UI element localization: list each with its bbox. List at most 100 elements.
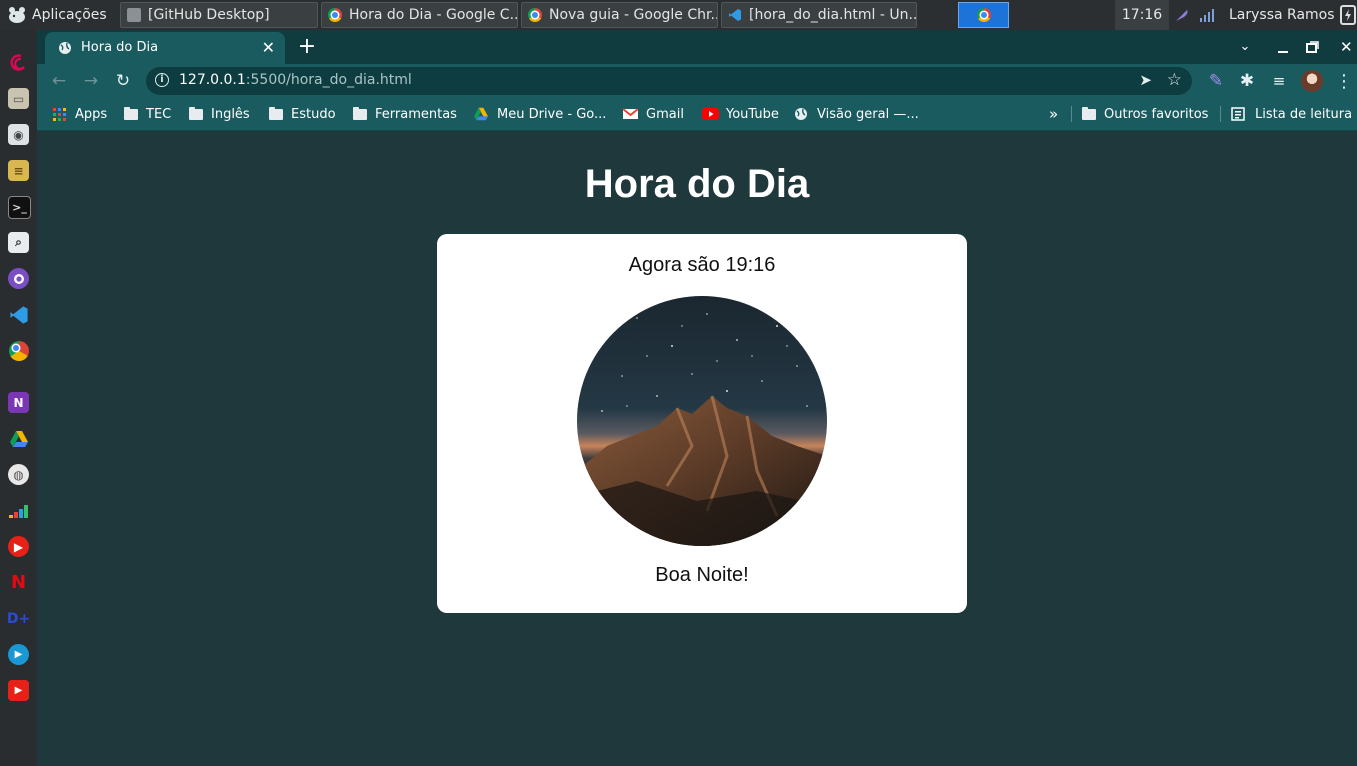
bookmark-label: Ferramentas	[375, 106, 457, 122]
close-tab-icon[interactable]: ✕	[262, 38, 275, 57]
bookmark-label: Inglês	[211, 106, 250, 122]
youtube-music-icon[interactable]: ▶	[8, 536, 29, 557]
workspace-switcher[interactable]	[958, 2, 1009, 28]
disney-plus-icon[interactable]: D+	[7, 608, 30, 629]
disk-icon[interactable]: ◍	[8, 464, 29, 485]
browser-toolbar: ← → ↻ i 127.0.0.1:5500/hora_do_dia.html …	[37, 64, 1357, 98]
bookmark-other-favorites[interactable]: Outros favoritos	[1082, 98, 1208, 130]
chrome-window: Hora do Dia ✕ + ⌄ ✕ ← → ↻ i 127.0.0.1:55…	[37, 30, 1357, 766]
search-files-icon[interactable]: ⌕	[8, 232, 29, 253]
terminal-icon[interactable]: >_	[8, 196, 31, 219]
send-tab-icon[interactable]: ➤	[1139, 71, 1152, 89]
xfce-mouse-icon	[9, 7, 25, 23]
current-time-message: Agora são 19:16	[628, 254, 776, 276]
bookmark-label: TEC	[146, 106, 172, 122]
bookmark-label: Apps	[75, 106, 108, 122]
deezer-icon[interactable]	[8, 500, 29, 521]
greeting-message: Boa Noite!	[655, 564, 749, 586]
time-card: Agora são 19:16 Boa Noite!	[437, 234, 967, 613]
globe-icon	[59, 42, 71, 54]
onenote-icon[interactable]: N	[8, 392, 29, 413]
site-info-icon[interactable]: i	[155, 73, 169, 87]
folder-icon	[1082, 106, 1096, 120]
url-text: 127.0.0.1:5500/hora_do_dia.html	[179, 72, 412, 88]
back-button[interactable]: ←	[45, 64, 73, 98]
network-signal-icon[interactable]	[1198, 7, 1216, 23]
file-cabinet-icon[interactable]: ≡	[8, 160, 29, 181]
bookmark-folder-ferramentas[interactable]: Ferramentas	[353, 98, 457, 130]
vscode-icon[interactable]	[8, 304, 29, 325]
chrome-icon[interactable]	[8, 340, 29, 361]
forward-button[interactable]: →	[77, 64, 105, 98]
prime-video-icon[interactable]: ▶	[8, 644, 29, 665]
feather-icon[interactable]	[1174, 7, 1190, 23]
new-tab-button[interactable]: +	[295, 34, 319, 60]
bookmark-visao-geral[interactable]: Visão geral —...	[794, 98, 919, 130]
bookmark-gmail[interactable]: Gmail	[623, 98, 684, 130]
bookmark-star-icon[interactable]: ☆	[1167, 70, 1182, 90]
feather-extension-icon[interactable]: ✎	[1202, 64, 1230, 98]
page-viewport: Hora do Dia Agora são 19:16 Boa Noite!	[37, 131, 1357, 766]
taskbar-item-github-desktop[interactable]: [GitHub Desktop]	[120, 2, 318, 28]
bookmark-folder-ingles[interactable]: Inglês	[189, 98, 250, 130]
taskbar-item-label: Hora do Dia - Google C...	[349, 7, 518, 23]
restore-icon[interactable]	[1305, 34, 1325, 60]
apps-grid-icon	[53, 107, 66, 121]
tab-title: Hora do Dia	[81, 40, 159, 55]
extensions-puzzle-icon[interactable]: ✱	[1233, 64, 1261, 98]
url-path: :5500/hora_do_dia.html	[245, 72, 412, 88]
reload-button[interactable]: ↻	[109, 64, 137, 98]
bookmark-youtube[interactable]: YouTube	[702, 98, 779, 130]
folder-icon	[189, 106, 203, 120]
reading-list-button[interactable]: Lista de leitura	[1231, 98, 1352, 130]
bookmark-apps[interactable]: Apps	[53, 98, 107, 130]
system-tray	[1174, 0, 1218, 30]
tab-search-icon[interactable]: ⌄	[1233, 34, 1257, 60]
taskbar-item-hora-do-dia[interactable]: Hora do Dia - Google C...	[321, 2, 518, 28]
power-icon[interactable]	[1340, 0, 1357, 30]
address-bar[interactable]: i 127.0.0.1:5500/hora_do_dia.html ➤ ☆	[146, 67, 1192, 95]
bookmarks-divider	[1220, 106, 1221, 122]
bookmark-meu-drive[interactable]: Meu Drive - Go...	[473, 98, 606, 130]
panel-clock[interactable]: 17:16	[1115, 0, 1169, 30]
tab-strip: Hora do Dia ✕ + ⌄ ✕	[37, 30, 1357, 64]
bookmarks-bar: Apps TEC Inglês Estudo Ferramentas Meu D…	[37, 98, 1357, 131]
bookmark-folder-estudo[interactable]: Estudo	[269, 98, 336, 130]
taskbar-item-nova-guia[interactable]: Nova guia - Google Chr...	[521, 2, 718, 28]
folder-icon	[353, 106, 367, 120]
google-drive-icon	[474, 107, 488, 121]
night-sky-mountain-image	[577, 296, 827, 546]
taskbar-item-label: [hora_do_dia.html - Un...	[749, 7, 917, 23]
github-icon[interactable]	[8, 268, 29, 289]
folder-icon	[124, 106, 138, 120]
media-queue-icon[interactable]: ≡	[1265, 64, 1293, 98]
globe-icon	[795, 108, 807, 120]
youtube-icon[interactable]: ▶	[8, 680, 29, 701]
chrome-icon	[528, 8, 542, 22]
taskbar-item-vscode[interactable]: [hora_do_dia.html - Un...	[721, 2, 917, 28]
bookmark-folder-tec[interactable]: TEC	[124, 98, 171, 130]
page-title: Hora do Dia	[584, 162, 810, 206]
close-window-icon[interactable]: ✕	[1340, 34, 1357, 60]
applications-menu[interactable]: Aplicações	[6, 0, 107, 30]
minimize-icon[interactable]	[1273, 34, 1293, 60]
gmail-icon	[623, 108, 638, 119]
taskbar-item-label: [GitHub Desktop]	[148, 7, 270, 23]
bookmark-label: Outros favoritos	[1104, 106, 1209, 122]
netflix-icon[interactable]: N	[8, 572, 29, 593]
camera-icon[interactable]: ◉	[8, 124, 29, 145]
google-drive-icon[interactable]	[8, 428, 29, 449]
bookmark-label: YouTube	[726, 106, 779, 122]
chrome-menu-icon[interactable]: ⋮	[1330, 64, 1357, 98]
more-bookmarks-button[interactable]: »	[1049, 98, 1058, 130]
user-name[interactable]: Laryssa Ramos	[1229, 0, 1335, 30]
applications-menu-label: Aplicações	[32, 7, 107, 23]
tab-hora-do-dia[interactable]: Hora do Dia ✕	[45, 32, 285, 64]
chrome-icon	[976, 8, 991, 22]
taskbar-item-label: Nova guia - Google Chr...	[549, 7, 718, 23]
drive-icon[interactable]: ▭	[8, 88, 29, 109]
application-dock: ▭ ◉ ≡ >_ ⌕ N ◍ ▶ N D+ ▶ ▶	[0, 30, 38, 766]
debian-icon[interactable]	[8, 52, 29, 73]
profile-avatar[interactable]	[1298, 64, 1326, 98]
bookmark-label: Lista de leitura	[1255, 106, 1353, 122]
